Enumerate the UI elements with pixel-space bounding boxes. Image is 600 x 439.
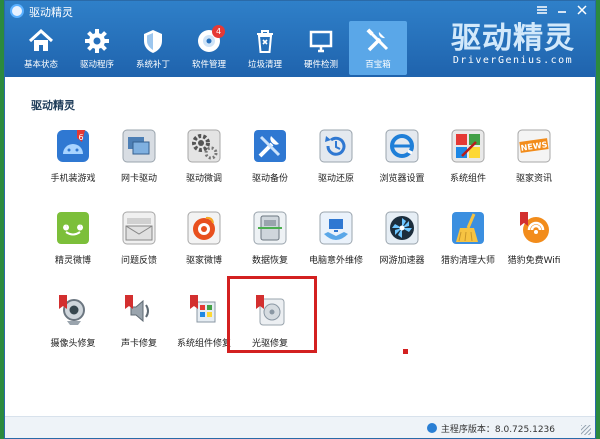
brand-name-cn: 驱动精灵: [451, 21, 575, 56]
nav-basic-status[interactable]: 基本状态: [13, 21, 69, 75]
window-title: 驱动精灵: [29, 6, 73, 19]
app-logo-icon: [10, 4, 24, 18]
nav-hardware-check[interactable]: 硬件检测: [293, 21, 349, 75]
wrench-icon: [254, 130, 286, 162]
nav-label: 垃圾清理: [247, 60, 282, 70]
tool-cheetah-cleaner[interactable]: 猎豹清理大师: [433, 208, 503, 268]
repair-hands-icon: [319, 211, 353, 245]
tool-label: 猎豹免费Wifi: [507, 256, 561, 266]
tool-pc-repair[interactable]: 电脑意外维修: [301, 208, 371, 268]
nav-system-patch[interactable]: 系统补丁: [125, 21, 181, 75]
data-recovery-icon: [253, 211, 287, 245]
tool-browser-settings[interactable]: 浏览器设置: [367, 126, 437, 186]
android-phone-icon: 6: [57, 130, 89, 162]
tool-label: 驱家资讯: [515, 174, 552, 184]
tool-cheetah-wifi[interactable]: 猎豹免费Wifi: [499, 208, 569, 268]
gear-icon: [85, 29, 109, 53]
nav-label: 基本状态: [23, 60, 58, 70]
broom-icon: [452, 212, 484, 244]
tool-label: 声卡修复: [120, 339, 157, 349]
tool-label: 精灵微博: [54, 256, 91, 266]
close-icon[interactable]: [573, 3, 591, 19]
trash-icon: [257, 30, 273, 53]
monitor-icon: [309, 30, 333, 53]
webcam-icon: [57, 295, 89, 327]
news-icon: NEWS: [517, 129, 551, 163]
menu-icon[interactable]: [533, 3, 551, 19]
tool-system-components[interactable]: 系统组件: [433, 126, 503, 186]
tool-label: 驱动备份: [251, 174, 288, 184]
nav-label: 系统补丁: [135, 60, 170, 70]
system-component-icon: [451, 129, 485, 163]
brand-name-en: DriverGenius.com: [452, 55, 574, 66]
tool-label: 电脑意外维修: [308, 256, 363, 266]
windows-repair-icon: [188, 295, 220, 327]
minimize-icon[interactable]: [553, 3, 571, 19]
tools-icon: [366, 28, 389, 52]
svg-text:6: 6: [78, 133, 83, 142]
weibo-icon: [187, 211, 221, 245]
header: 驱动精灵 基本状态 驱动程序 系统补丁 4 软件管理 垃圾清理 硬件检测 百宝箱…: [5, 1, 595, 77]
tool-game-accelerator[interactable]: 网游加速器: [367, 208, 437, 268]
nav-drivers[interactable]: 驱动程序: [69, 21, 125, 75]
tool-webcam-repair[interactable]: 摄像头修复: [38, 291, 108, 351]
annotation-dot: [403, 349, 408, 354]
gears-icon: [187, 129, 221, 163]
main-toolbar: 基本状态 驱动程序 系统补丁 4 软件管理 垃圾清理 硬件检测 百宝箱: [13, 21, 407, 75]
wifi-icon: [518, 212, 550, 244]
nav-software-manage[interactable]: 4 软件管理: [181, 21, 237, 75]
envelope-icon: [122, 211, 156, 245]
tool-news[interactable]: NEWS 驱家资讯: [499, 126, 569, 186]
app-window: 驱动精灵 基本状态 驱动程序 系统补丁 4 软件管理 垃圾清理 硬件检测 百宝箱…: [4, 0, 596, 439]
tool-label: 网卡驱动: [120, 174, 157, 184]
highlight-box: [227, 276, 317, 353]
tool-mobile-games[interactable]: 6 手机装游戏: [38, 126, 108, 186]
info-icon: [427, 423, 437, 433]
status-bar: 主程序版本：8.0.725.1236: [5, 416, 595, 438]
tool-label: 驱动微调: [185, 174, 222, 184]
restore-icon: [319, 129, 353, 163]
shield-icon: [144, 30, 162, 53]
tool-network-driver[interactable]: 网卡驱动: [104, 126, 174, 186]
tool-label: 摄像头修复: [50, 339, 96, 349]
tool-label: 系统组件: [449, 174, 486, 184]
resize-grip-icon[interactable]: [581, 425, 591, 435]
update-count-badge: 4: [212, 25, 225, 38]
fan-icon: [385, 211, 419, 245]
tool-label: 猎豹清理大师: [440, 256, 495, 266]
tool-driver-home-weibo[interactable]: 驱家微博: [169, 208, 239, 268]
nav-toolbox[interactable]: 百宝箱: [349, 21, 407, 75]
tool-driver-tweak[interactable]: 驱动微调: [169, 126, 239, 186]
tool-label: 手机装游戏: [50, 174, 96, 184]
section-title: 驱动精灵: [31, 99, 75, 112]
tool-label: 系统组件修复: [176, 339, 231, 349]
tool-label: 问题反馈: [120, 256, 157, 266]
nav-label: 驱动程序: [79, 60, 114, 70]
title-bar[interactable]: 驱动精灵: [5, 1, 595, 21]
nav-junk-clean[interactable]: 垃圾清理: [237, 21, 293, 75]
window-controls: [533, 3, 591, 19]
tool-label: 驱家微博: [185, 256, 222, 266]
brand-logo: 驱动精灵 DriverGenius.com: [445, 23, 581, 73]
version-text: 主程序版本：8.0.725.1236: [440, 425, 555, 435]
tool-data-recovery[interactable]: 数据恢复: [235, 208, 305, 268]
tool-label: 网游加速器: [379, 256, 425, 266]
tool-driver-restore[interactable]: 驱动还原: [301, 126, 371, 186]
speaker-icon: [123, 295, 155, 327]
browser-icon: [385, 129, 419, 163]
smile-chat-icon: [57, 212, 89, 244]
network-card-icon: [122, 129, 156, 163]
nav-label: 软件管理: [191, 60, 226, 70]
tool-label: 驱动还原: [317, 174, 354, 184]
tool-label: 数据恢复: [251, 256, 288, 266]
tool-label: 浏览器设置: [379, 174, 425, 184]
tool-genius-weibo[interactable]: 精灵微博: [38, 208, 108, 268]
tool-driver-backup[interactable]: 驱动备份: [235, 126, 305, 186]
tool-sound-card-repair[interactable]: 声卡修复: [104, 291, 174, 351]
nav-label: 百宝箱: [365, 60, 391, 70]
home-icon: [28, 28, 54, 51]
nav-label: 硬件检测: [303, 60, 338, 70]
tool-feedback[interactable]: 问题反馈: [104, 208, 174, 268]
